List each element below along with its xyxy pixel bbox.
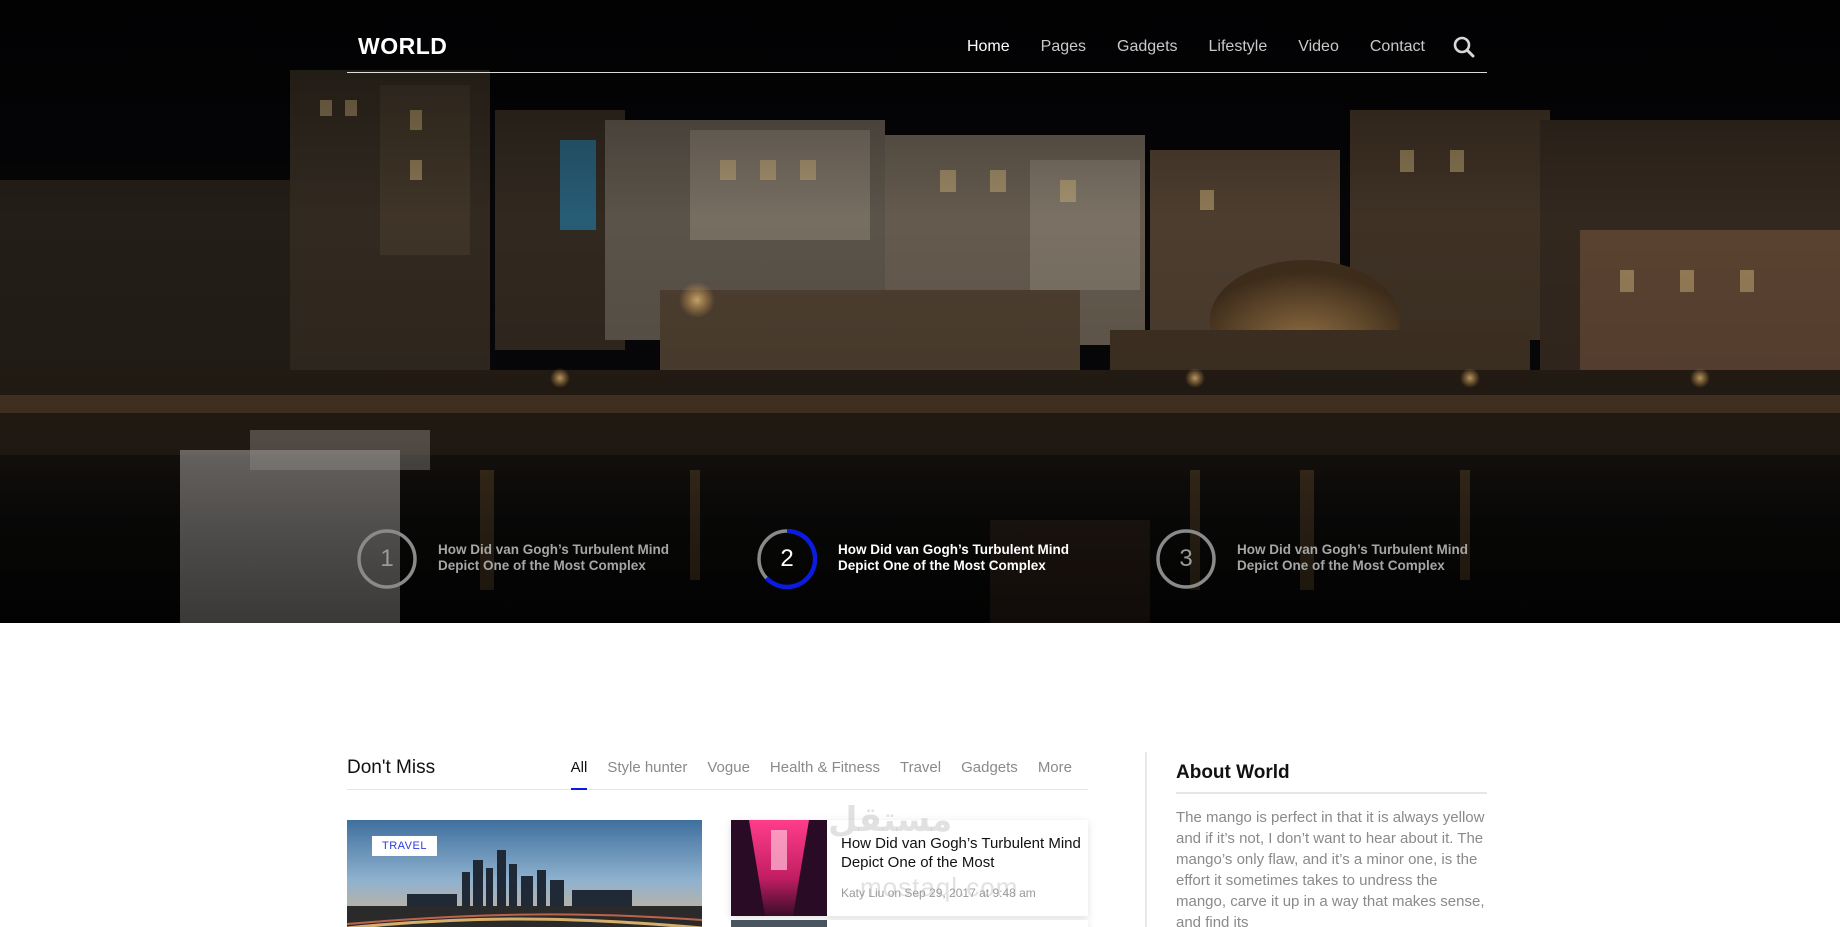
slide-tab-3[interactable]: 3 How Did van Gogh’s Turbulent Mind Depi…: [1146, 527, 1486, 593]
tab-vogue[interactable]: Vogue: [707, 759, 750, 789]
slide-number: 2: [780, 545, 794, 572]
nav-item-lifestyle[interactable]: Lifestyle: [1209, 38, 1268, 56]
slide-title[interactable]: How Did van Gogh’s Turbulent Mind Depict…: [838, 542, 1083, 574]
section-title: Don't Miss: [347, 757, 436, 778]
list-item[interactable]: How Did van Gogh’s Turbulent Mind Depict…: [731, 820, 1088, 916]
tab-more[interactable]: More: [1038, 759, 1072, 789]
slide-number: 3: [1179, 545, 1193, 572]
post-thumbnail: [731, 920, 827, 927]
widget-title: About World: [1176, 762, 1290, 783]
nav-item-video[interactable]: Video: [1298, 38, 1339, 56]
list-item[interactable]: [827, 920, 1088, 927]
nav-item-contact[interactable]: Contact: [1370, 38, 1425, 56]
widget-header: About World: [1176, 738, 1487, 794]
post-thumbnail: [731, 820, 827, 916]
main-menu: Home Pages Gadgets Lifestyle Video Conta…: [936, 38, 1425, 56]
about-text: The mango is perfect in that it is alway…: [1176, 809, 1485, 927]
featured-post-card[interactable]: TRAVEL: [347, 820, 702, 927]
top-navbar: WORLD Home Pages Gadgets Lifestyle Video…: [347, 0, 1487, 73]
tab-travel[interactable]: Travel: [900, 759, 941, 789]
slide-title[interactable]: How Did van Gogh’s Turbulent Mind Depict…: [1237, 542, 1482, 574]
nav-item-gadgets[interactable]: Gadgets: [1117, 38, 1177, 56]
nav-item-pages[interactable]: Pages: [1041, 38, 1086, 56]
tab-all[interactable]: All: [570, 759, 587, 790]
tab-gadgets[interactable]: Gadgets: [961, 759, 1018, 789]
slide-title[interactable]: How Did van Gogh’s Turbulent Mind Depict…: [438, 542, 683, 574]
category-filter-tabs: All Style hunter Vogue Health & Fitness …: [551, 759, 1072, 790]
post-title[interactable]: How Did van Gogh’s Turbulent Mind Depict…: [841, 834, 1081, 872]
slide-tab-2[interactable]: 2 How Did van Gogh’s Turbulent Mind Depi…: [747, 527, 1087, 593]
slide-tab-1[interactable]: 1 How Did van Gogh’s Turbulent Mind Depi…: [347, 527, 687, 593]
sidebar-divider: [1145, 752, 1147, 927]
post-meta: Katy Liu on Sep 29, 2017 at 9:48 am: [841, 886, 1036, 900]
hero-slider: WORLD Home Pages Gadgets Lifestyle Video…: [0, 0, 1840, 623]
site-logo[interactable]: WORLD: [358, 33, 447, 60]
search-icon[interactable]: [1453, 36, 1475, 58]
section-header: Don't Miss All Style hunter Vogue Health…: [347, 738, 1088, 790]
category-badge[interactable]: TRAVEL: [372, 836, 437, 856]
slider-tabs: 1 How Did van Gogh’s Turbulent Mind Depi…: [347, 527, 1487, 593]
tab-style-hunter[interactable]: Style hunter: [607, 759, 687, 789]
slide-number: 1: [380, 545, 394, 572]
tab-health-fitness[interactable]: Health & Fitness: [770, 759, 880, 789]
nav-item-home[interactable]: Home: [967, 38, 1010, 56]
